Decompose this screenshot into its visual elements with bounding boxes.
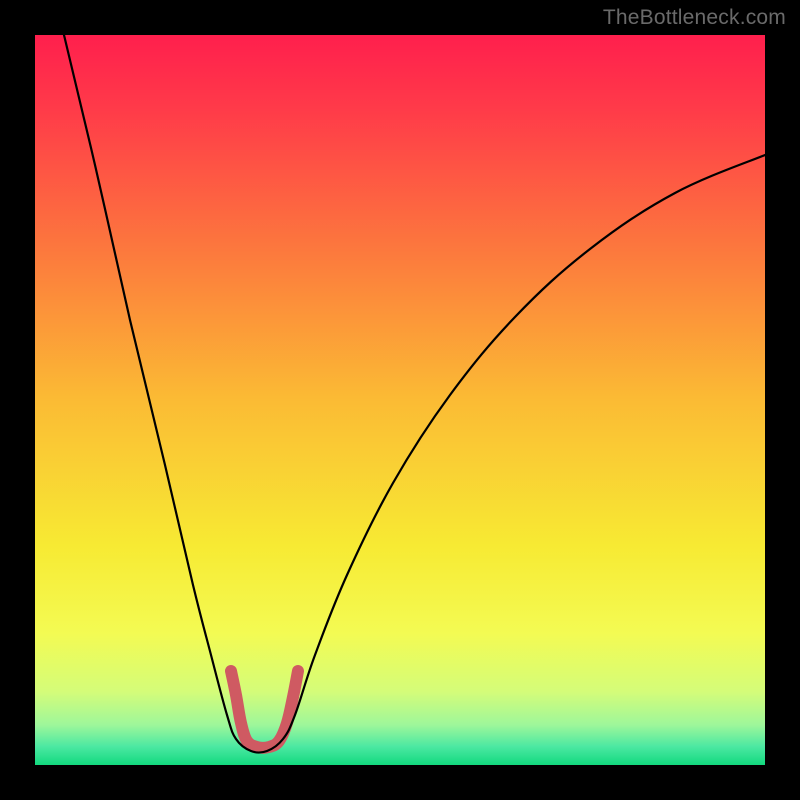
chart-frame: TheBottleneck.com (0, 0, 800, 800)
plot-area (35, 35, 765, 765)
watermark-text: TheBottleneck.com (603, 6, 786, 30)
optimal-range-highlight (231, 671, 298, 748)
curve-layer (35, 35, 765, 765)
bottleneck-curve (64, 35, 765, 753)
